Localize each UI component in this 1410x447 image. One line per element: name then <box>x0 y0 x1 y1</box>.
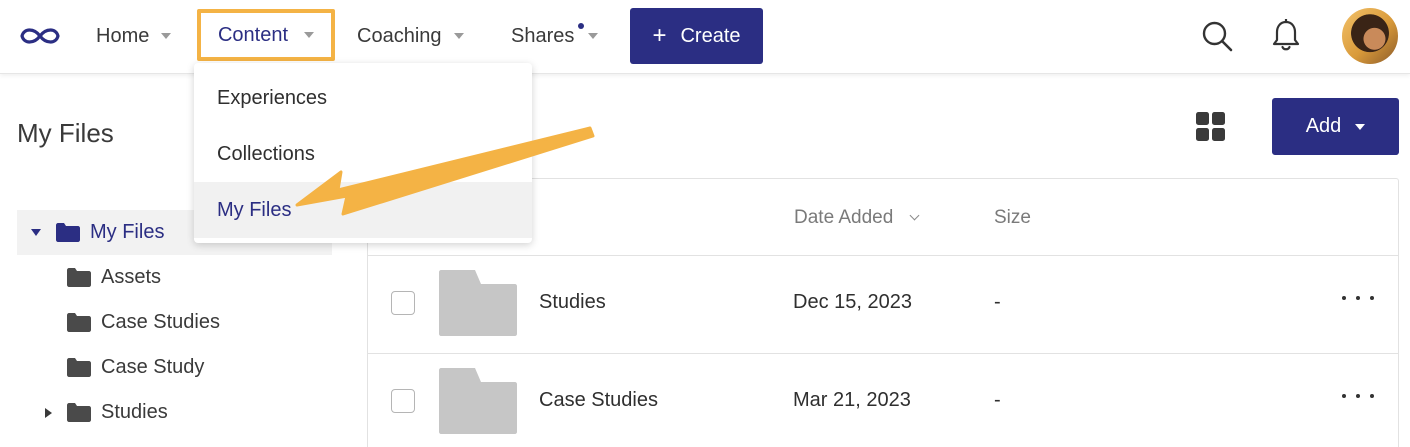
tree-item-label: Case Studies <box>101 311 220 333</box>
chevron-down-icon <box>588 33 599 39</box>
chevron-down-icon <box>304 32 315 38</box>
tree-item-label: Assets <box>101 266 162 288</box>
create-button[interactable]: + Create <box>630 8 763 64</box>
nav-coaching[interactable]: Coaching <box>357 0 464 72</box>
nav-shares[interactable]: Shares <box>511 0 599 72</box>
row-name[interactable]: Studies <box>539 291 606 314</box>
row-date-added: Dec 15, 2023 <box>793 291 912 313</box>
row-name[interactable]: Case Studies <box>539 389 658 412</box>
tree-item-assets[interactable]: Assets <box>17 255 332 300</box>
menu-item-my-files[interactable]: My Files <box>194 182 532 238</box>
user-avatar[interactable] <box>1342 8 1398 64</box>
more-options-icon[interactable] <box>1342 296 1374 306</box>
tree-item-label: My Files <box>90 221 165 243</box>
content-dropdown-menu: Experiences Collections My Files <box>194 63 532 243</box>
folder-icon <box>439 270 517 336</box>
column-header-date-added[interactable]: Date Added <box>794 207 920 229</box>
column-header-label: Date Added <box>794 207 894 228</box>
column-header-size[interactable]: Size <box>994 207 1031 229</box>
chevron-down-icon <box>1355 123 1366 130</box>
nav-coaching-label: Coaching <box>357 24 442 47</box>
chevron-down-icon <box>453 33 464 39</box>
caret-down-icon[interactable] <box>31 229 41 236</box>
row-checkbox[interactable] <box>391 291 415 315</box>
tree-item-case-study[interactable]: Case Study <box>17 345 332 390</box>
caret-right-icon[interactable] <box>45 407 52 418</box>
tree-item-label: Case Study <box>101 356 205 378</box>
infinity-logo-icon[interactable] <box>16 22 64 50</box>
tree-item-label: Studies <box>101 401 168 423</box>
nav-shares-label: Shares <box>511 24 575 47</box>
add-button[interactable]: Add <box>1272 98 1399 155</box>
folder-icon <box>67 268 91 287</box>
sort-chevron-icon <box>909 210 920 221</box>
row-checkbox[interactable] <box>391 389 415 413</box>
menu-item-experiences[interactable]: Experiences <box>194 70 532 126</box>
table-row[interactable]: Studies Dec 15, 2023 - <box>368 255 1398 353</box>
folder-icon <box>56 223 80 242</box>
tree-item-case-studies[interactable]: Case Studies <box>17 300 332 345</box>
chevron-down-icon <box>161 33 172 39</box>
row-size: - <box>994 291 1001 313</box>
folder-icon <box>67 403 91 422</box>
search-icon[interactable] <box>1201 20 1233 52</box>
add-button-label: Add <box>1305 115 1342 137</box>
grid-view-icon[interactable] <box>1196 112 1225 141</box>
nav-content[interactable]: Content <box>197 9 335 61</box>
page-title: My Files <box>17 118 114 148</box>
row-date-added: Mar 21, 2023 <box>793 389 911 411</box>
nav-home[interactable]: Home <box>96 0 172 72</box>
nav-content-label: Content <box>217 23 289 46</box>
more-options-icon[interactable] <box>1342 394 1374 404</box>
nav-home-label: Home <box>96 24 150 47</box>
folder-icon <box>439 368 517 434</box>
tree-item-studies[interactable]: Studies <box>17 390 332 435</box>
table-row[interactable]: Case Studies Mar 21, 2023 - <box>368 353 1398 447</box>
folder-icon <box>67 313 91 332</box>
bell-icon[interactable] <box>1271 19 1301 53</box>
menu-item-collections[interactable]: Collections <box>194 126 532 182</box>
row-size: - <box>994 389 1001 411</box>
folder-icon <box>67 358 91 377</box>
notification-dot <box>578 23 584 29</box>
create-button-label: Create <box>680 24 741 47</box>
plus-icon: + <box>652 22 667 49</box>
